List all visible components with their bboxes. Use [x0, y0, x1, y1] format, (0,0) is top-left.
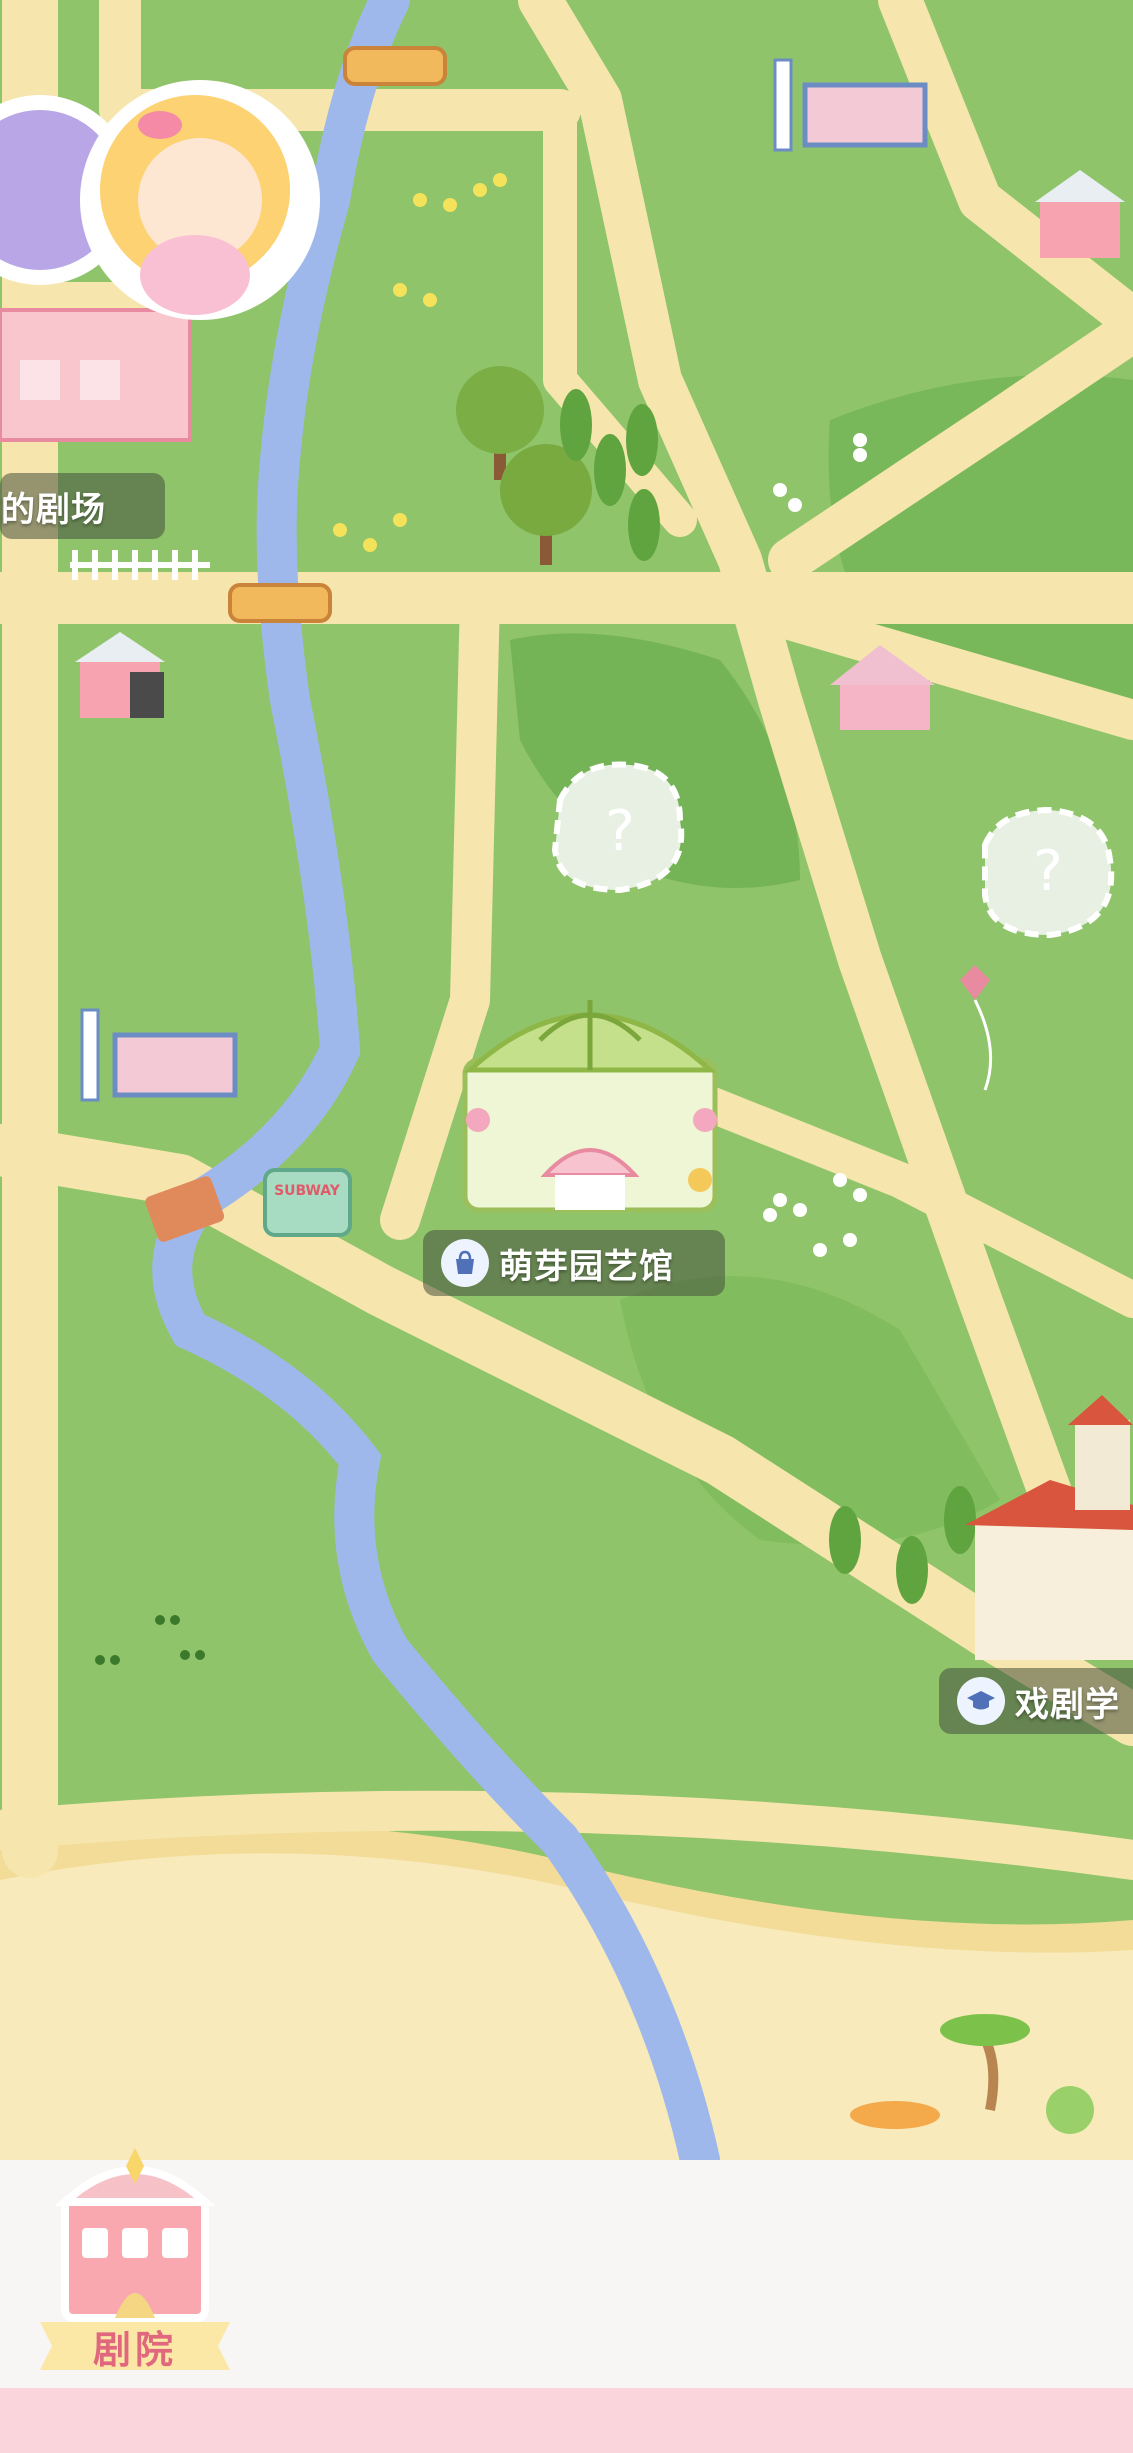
theater-building-icon — [54, 2148, 216, 2322]
drama-school-map-label[interactable]: 戏剧学 — [939, 1668, 1133, 1734]
theater-building[interactable] — [0, 308, 192, 442]
locked-plot[interactable]: ? — [982, 806, 1115, 939]
locked-plot[interactable]: ? — [551, 761, 685, 894]
theater-nav-label[interactable]: 剧院 — [40, 2318, 230, 2374]
drama-school-map-label-text: 戏剧学 — [1015, 1684, 1120, 1725]
svg-text:SUBWAY: SUBWAY — [274, 1183, 341, 1199]
question-mark-icon: ? — [1033, 839, 1063, 904]
world-map[interactable]: SUBWAY ? ? — [0, 0, 1133, 2453]
theater-map-label[interactable]: 你的剧场 — [0, 473, 165, 539]
question-mark-icon: ? — [605, 799, 635, 864]
character-sticker[interactable] — [0, 80, 320, 320]
bag-icon — [441, 1239, 489, 1287]
graduation-cap-icon — [957, 1677, 1005, 1725]
greenhouse-map-label[interactable]: 萌芽园艺馆 — [423, 1230, 725, 1296]
bottom-strip — [0, 2388, 1133, 2453]
subway-entrance: SUBWAY — [263, 1168, 352, 1237]
theater-nav-text: 剧院 — [92, 2327, 177, 2372]
greenhouse-map-label-text: 萌芽园艺馆 — [499, 1246, 674, 1287]
theater-map-label-text: 你的剧场 — [0, 489, 106, 530]
